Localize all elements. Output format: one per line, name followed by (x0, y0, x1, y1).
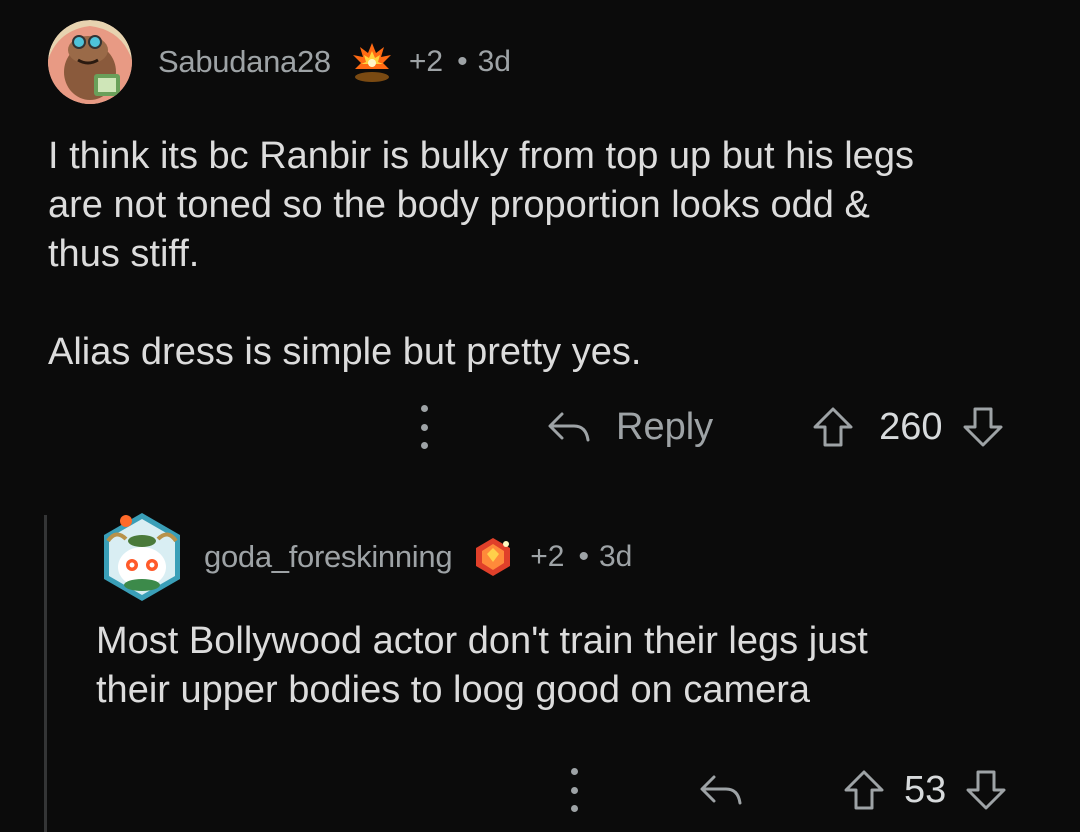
username[interactable]: goda_foreskinning (204, 539, 453, 575)
reply-button[interactable]: Reply (616, 406, 713, 449)
separator-dot: • (457, 45, 468, 78)
comment-actions: 53 (570, 768, 1008, 812)
separator-dot: • (578, 540, 589, 573)
reply-icon[interactable] (698, 773, 742, 807)
user-avatar-icon[interactable] (96, 511, 188, 603)
comment: Sabudana28 +2 • 3d I think its bc Ranbir… (48, 20, 1048, 449)
fire-award-icon[interactable] (349, 39, 395, 85)
reply-comment: goda_foreskinning +2 • 3d Most Bollywood… (96, 513, 1046, 715)
downvote-icon[interactable] (961, 405, 1005, 449)
comment-age: 3d (599, 540, 633, 573)
user-avatar-icon[interactable] (48, 20, 132, 104)
thread-line[interactable] (44, 515, 47, 832)
vote-score: 260 (879, 405, 943, 448)
more-options-icon[interactable] (420, 405, 428, 449)
comment-age: 3d (477, 45, 511, 78)
reply-icon[interactable] (546, 410, 590, 444)
vote-score: 53 (904, 768, 947, 811)
comment-header: goda_foreskinning +2 • 3d (96, 513, 1046, 601)
award-count: +2 (530, 540, 565, 573)
gem-award-icon[interactable] (470, 534, 516, 580)
comment-header: Sabudana28 +2 • 3d (48, 20, 1048, 104)
downvote-icon[interactable] (964, 768, 1008, 812)
comment-body: I think its bc Ranbir is bulky from top … (48, 135, 914, 373)
username[interactable]: Sabudana28 (158, 44, 331, 80)
upvote-icon[interactable] (842, 768, 886, 812)
more-options-icon[interactable] (570, 768, 578, 812)
comment-actions: Reply 260 (420, 405, 1005, 449)
upvote-icon[interactable] (811, 405, 855, 449)
award-count: +2 (408, 45, 444, 78)
comment-body: Most Bollywood actor don't train their l… (96, 620, 868, 711)
